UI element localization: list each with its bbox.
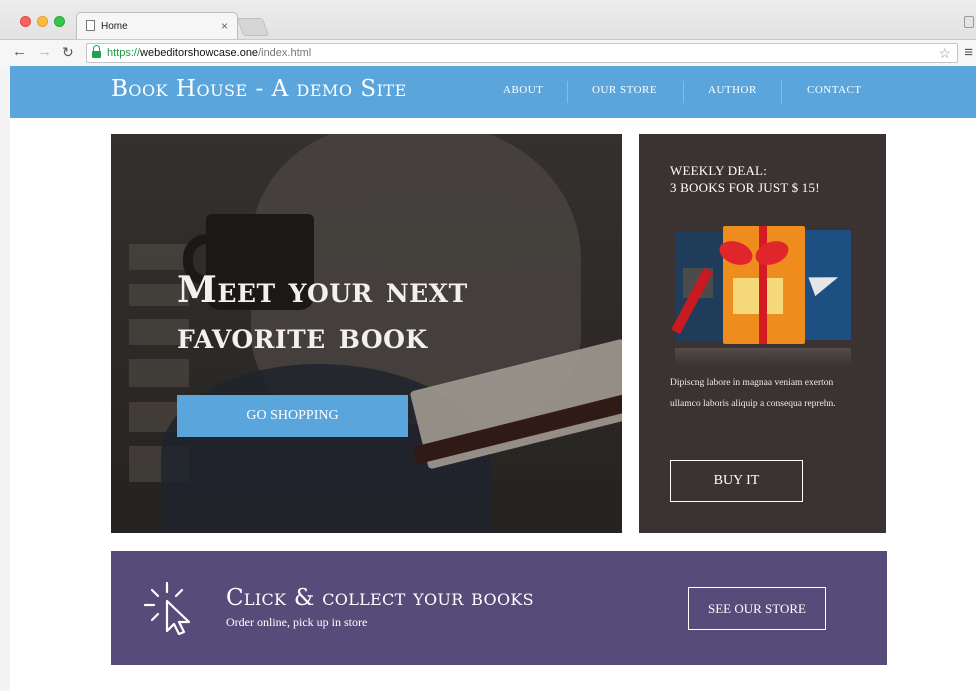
weekly-deal-panel: WEEKLY DEAL: 3 BOOKS FOR JUST $ 15! Dipi… — [639, 134, 886, 533]
lock-icon — [92, 45, 101, 58]
nav-contact[interactable]: CONTACT — [807, 84, 862, 96]
hero-title-line: favorite book — [177, 315, 428, 357]
deal-title: WEEKLY DEAL: 3 BOOKS FOR JUST $ 15! — [670, 162, 820, 196]
go-shopping-button[interactable]: GO SHOPPING — [177, 395, 408, 437]
browser-toolbar: ← → ↻ https://webeditorshowcase.one/inde… — [0, 39, 976, 66]
profile-icon[interactable] — [964, 16, 974, 28]
menu-icon[interactable]: ≡ — [964, 44, 973, 61]
cursor-click-icon — [143, 581, 191, 635]
url-host: webeditorshowcase.one — [140, 47, 259, 59]
book-reflection — [675, 348, 851, 366]
tab-close-icon[interactable]: × — [221, 19, 228, 33]
gift-bow-icon — [716, 236, 792, 274]
buy-it-button[interactable]: BUY IT — [670, 460, 803, 502]
star-icon[interactable]: ☆ — [938, 44, 951, 62]
back-icon[interactable]: ← — [12, 44, 27, 60]
site-brand[interactable]: Book House - A demo Site — [111, 76, 407, 102]
site-header: Book House - A demo Site ABOUT OUR STORE… — [10, 66, 976, 118]
browser-tab[interactable]: Home × — [76, 12, 238, 39]
hero-banner: Meet your next favorite book GO SHOPPING — [111, 134, 622, 533]
nav-author[interactable]: AUTHOR — [708, 84, 757, 96]
browser-chrome: Home × ← → ↻ https://webeditorshowcase.o… — [0, 0, 976, 66]
url-scheme: https:// — [107, 47, 141, 59]
nav-about[interactable]: ABOUT — [503, 84, 543, 96]
reload-icon[interactable]: ↻ — [62, 44, 74, 60]
url-text: https://webeditorshowcase.one/index.html — [107, 44, 311, 62]
collect-title: Click & collect your books — [226, 585, 534, 611]
new-tab-button[interactable] — [236, 18, 270, 36]
nav-divider — [683, 81, 684, 103]
deal-title-line: 3 BOOKS FOR JUST $ 15! — [670, 180, 820, 195]
see-our-store-button[interactable]: SEE OUR STORE — [688, 587, 826, 630]
close-window-button[interactable] — [20, 16, 31, 27]
deal-description: Dipiscng labore in magnaa veniam exerton… — [670, 378, 836, 409]
book-cover — [803, 230, 851, 340]
hero-title: Meet your next favorite book — [177, 267, 597, 359]
deal-title-line: WEEKLY DEAL: — [670, 163, 768, 178]
nav-our-store[interactable]: OUR STORE — [592, 84, 657, 96]
hero-title-line: Meet your next — [177, 269, 468, 311]
tab-title: Home — [101, 21, 128, 32]
nav-divider — [781, 81, 782, 103]
url-path: /index.html — [258, 47, 312, 59]
page-icon — [86, 20, 95, 31]
maximize-window-button[interactable] — [54, 16, 65, 27]
click-collect-banner: Click & collect your books Order online,… — [111, 551, 887, 665]
minimize-window-button[interactable] — [37, 16, 48, 27]
nav-divider — [567, 81, 568, 103]
collect-subtitle: Order online, pick up in store — [226, 615, 368, 629]
book-bundle-image — [671, 226, 851, 348]
address-bar[interactable]: https://webeditorshowcase.one/index.html… — [86, 43, 958, 63]
forward-icon[interactable]: → — [37, 44, 52, 60]
